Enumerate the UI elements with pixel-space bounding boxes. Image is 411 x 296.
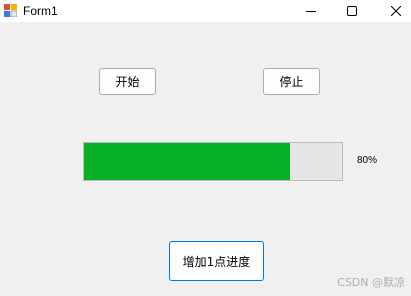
form-window: Form1 开始 停止 80% 增加1点进度 CSDN @默凉 — [0, 0, 411, 296]
window-title: Form1 — [23, 4, 58, 18]
progress-bar — [83, 142, 343, 181]
minimize-icon — [306, 6, 316, 16]
form-app-icon — [4, 4, 18, 18]
close-button[interactable] — [376, 0, 411, 22]
watermark: CSDN @默凉 — [337, 276, 405, 289]
maximize-icon — [347, 6, 357, 16]
maximize-button[interactable] — [332, 0, 372, 22]
close-icon — [391, 6, 401, 16]
progress-percent-label: 80% — [357, 155, 378, 166]
stop-button[interactable]: 停止 — [263, 68, 320, 95]
start-button[interactable]: 开始 — [99, 68, 156, 95]
add-progress-button[interactable]: 增加1点进度 — [169, 241, 264, 281]
progress-fill — [84, 143, 291, 180]
title-bar[interactable]: Form1 — [0, 0, 411, 22]
minimize-button[interactable] — [291, 0, 331, 22]
